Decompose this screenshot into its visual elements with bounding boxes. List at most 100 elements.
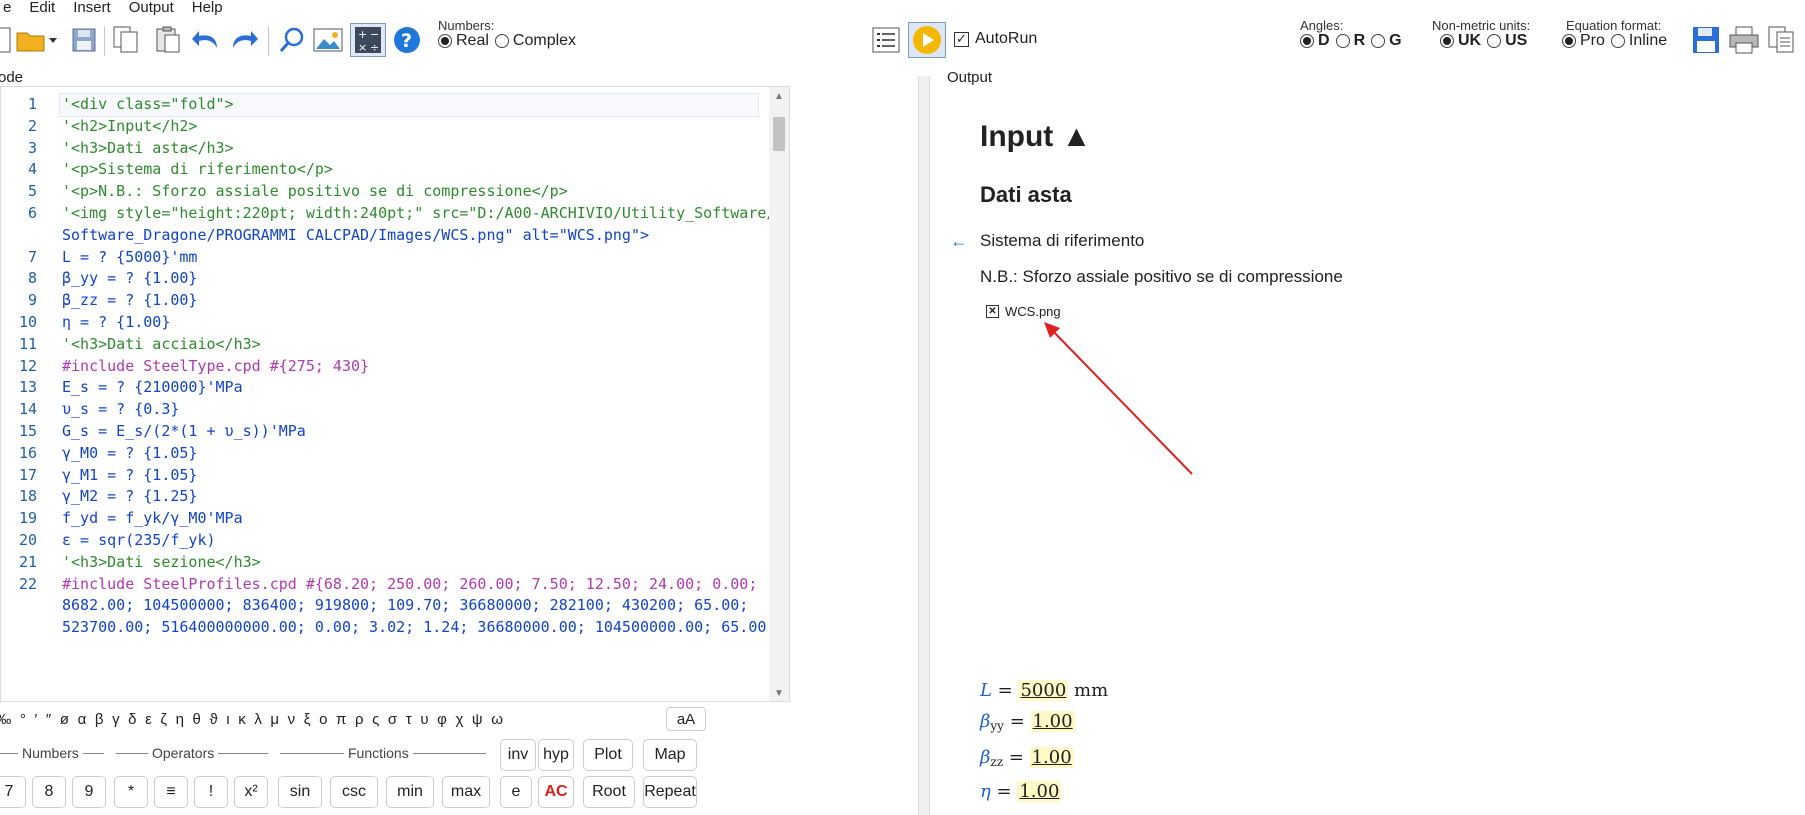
symbol-key[interactable]: θ [188,711,205,728]
symbol-key[interactable]: ° [16,711,31,728]
key-min[interactable]: min [386,776,434,808]
key-8[interactable]: 8 [32,776,66,808]
key-map[interactable]: Map [643,739,697,771]
menu-edit[interactable]: Edit [20,0,64,16]
symbol-key[interactable]: ″ [42,711,56,728]
key-square[interactable]: x² [234,776,268,808]
autorun-checkbox-row[interactable]: ✓ AutoRun [954,30,1043,48]
scrollbar-thumb[interactable] [773,117,785,151]
symbol-key[interactable]: φ [433,711,451,728]
eq-byy-input[interactable]: 1.00 [1030,711,1075,732]
insert-image-icon[interactable] [312,24,344,56]
symbol-key[interactable]: τ [401,711,416,728]
key-clear-all[interactable]: AC [538,776,574,808]
key-e[interactable]: e [500,776,532,808]
symbol-key[interactable]: ø [56,711,74,728]
eq-bzz-input[interactable]: 1.00 [1029,747,1074,768]
copy-icon[interactable] [110,24,142,56]
radio-uk[interactable] [1440,34,1454,48]
list-view-icon[interactable] [870,24,902,56]
symbol-key[interactable]: χ [451,711,467,728]
menu-insert[interactable]: Insert [64,0,120,16]
symbol-key[interactable]: ′ [30,711,41,728]
radio-complex[interactable] [494,34,509,48]
symbol-key[interactable]: ζ [156,711,171,728]
pane-splitter[interactable] [918,76,930,815]
symbol-key[interactable]: ω [487,711,507,728]
code-scrollbar[interactable]: ▲ ▼ [769,87,789,701]
eq-L-input[interactable]: 5000 [1018,680,1069,701]
symbol-key[interactable]: κ [234,711,250,728]
key-hyp[interactable]: hyp [538,739,574,771]
key-max[interactable]: max [442,776,490,808]
menu-output[interactable]: Output [120,0,183,16]
key-csc[interactable]: csc [330,776,378,808]
key-multiply[interactable]: * [114,776,148,808]
symbol-keyboard: ‰°′″øαβγδεζηθϑικλμνξοπρςστυφχψω [0,711,507,728]
symbol-key[interactable]: μ [266,711,283,728]
output-heading-input[interactable]: Input ▲ [980,120,1091,154]
menu-help[interactable]: Help [183,0,232,16]
open-folder-icon[interactable] [14,24,58,56]
code-text: '<p>Sistema di riferimento</p> [62,160,333,179]
symbol-key[interactable]: ε [141,711,156,728]
calculator-icon[interactable]: + − × ÷ [350,23,386,57]
key-inv[interactable]: inv [500,739,536,771]
toolbar-separator [268,26,269,56]
line-number: 13 [18,378,37,397]
print-icon[interactable] [1728,24,1760,56]
symbol-key[interactable]: ϑ [205,711,222,728]
radio-inline[interactable] [1610,34,1625,48]
find-icon[interactable] [276,24,308,56]
symbol-key[interactable]: γ [108,711,124,728]
back-arrow-icon[interactable]: ← [950,231,968,252]
symbol-key[interactable]: ξ [299,711,314,728]
symbol-key[interactable]: σ [384,711,402,728]
symbol-key[interactable]: ς [368,711,384,728]
symbol-key[interactable]: ψ [468,711,487,728]
key-sin[interactable]: sin [278,776,322,808]
symbol-key[interactable]: ο [315,711,332,728]
symbol-key[interactable]: ‰ [0,711,16,728]
key-equiv[interactable]: ≡ [154,776,188,808]
symbol-key[interactable]: π [332,711,351,728]
key-factorial[interactable]: ! [194,776,228,808]
key-root[interactable]: Root [583,776,635,808]
symbol-key[interactable]: ι [222,711,234,728]
equation-beta-yy: βyy = 1.00 [980,711,1075,733]
symbol-key[interactable]: δ [124,711,141,728]
autorun-checkbox[interactable]: ✓ [954,31,969,47]
radio-radians[interactable] [1335,34,1350,48]
case-toggle-button[interactable]: aA [666,707,706,731]
symbol-key[interactable]: ν [283,711,299,728]
undo-icon[interactable] [190,24,222,56]
key-9[interactable]: 9 [72,776,106,808]
symbol-key[interactable]: α [73,711,90,728]
radio-pro[interactable] [1562,34,1576,48]
radio-real[interactable] [438,34,452,48]
radio-degrees[interactable] [1300,34,1314,48]
scroll-up-icon[interactable]: ▲ [774,91,784,102]
code-editor[interactable]: 1 '<div class="fold"> 2 '<h2>Input</h2> 3 '<h… [0,86,790,702]
scroll-down-icon[interactable]: ▼ [774,688,784,699]
paste-icon[interactable] [152,24,184,56]
key-repeat[interactable]: Repeat [643,776,697,808]
key-7[interactable]: 7 [0,776,26,808]
eq-eta-input[interactable]: 1.00 [1017,781,1062,802]
run-play-icon[interactable] [908,22,946,58]
symbol-key[interactable]: ρ [351,711,368,728]
radio-gradians[interactable] [1371,34,1386,48]
save-icon[interactable] [68,24,100,56]
symbol-key[interactable]: υ [416,711,433,728]
radio-us[interactable] [1487,34,1502,48]
key-plot[interactable]: Plot [583,739,633,771]
symbol-key[interactable]: β [91,711,108,728]
symbol-key[interactable]: λ [250,711,266,728]
help-icon[interactable]: ? [391,24,423,56]
copy-output-icon[interactable] [1766,24,1798,56]
symbol-key[interactable]: η [171,711,188,728]
menu-file[interactable]: e [0,0,20,16]
redo-icon[interactable] [228,24,260,56]
code-text: γ_M1 = ? {1.05} [62,465,198,484]
save-output-icon[interactable] [1690,24,1722,56]
